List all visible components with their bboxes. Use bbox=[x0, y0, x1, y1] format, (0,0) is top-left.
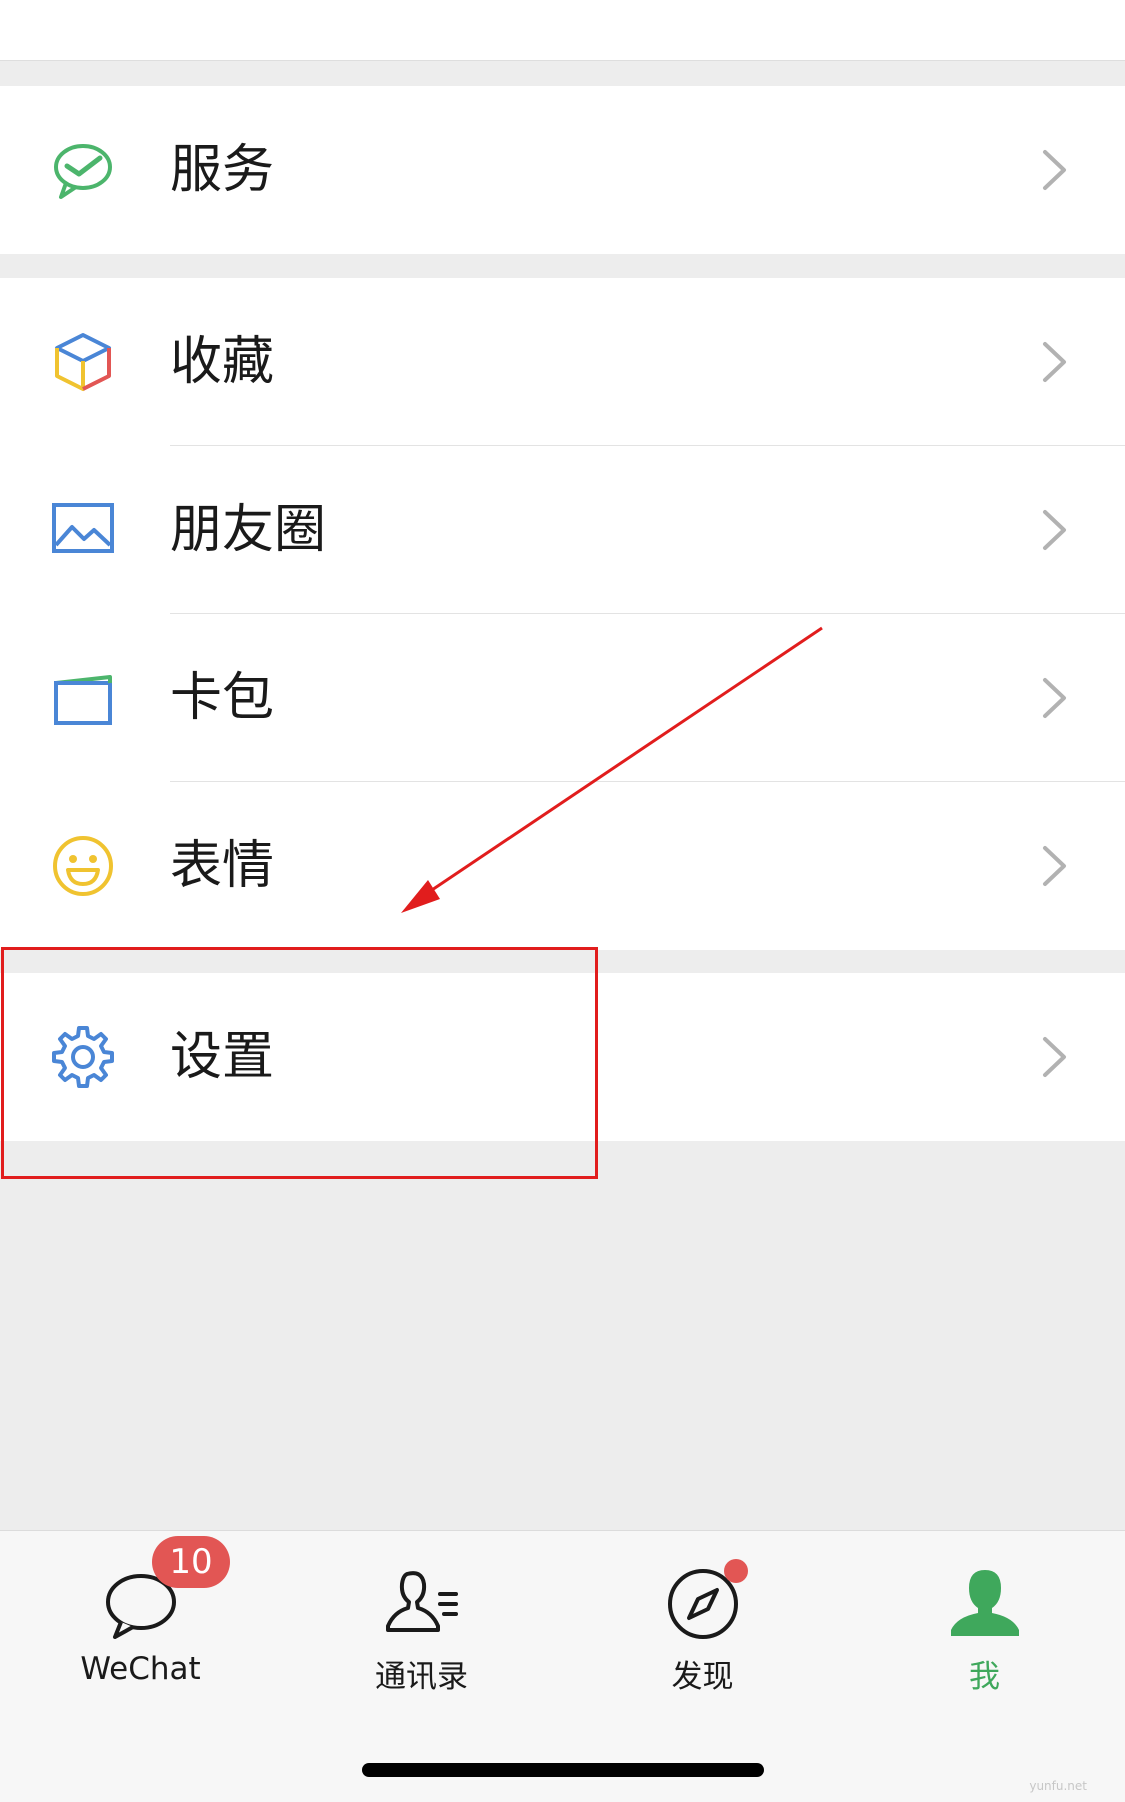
home-indicator bbox=[362, 1763, 764, 1777]
chevron-right-icon bbox=[1043, 1037, 1066, 1077]
wechat-pay-icon bbox=[54, 144, 112, 199]
chevron-right-icon bbox=[1043, 510, 1066, 550]
menu-label-moments: 朋友圈 bbox=[170, 500, 327, 560]
services-group: 服务 bbox=[0, 86, 1125, 254]
menu-item-services[interactable]: 服务 bbox=[0, 86, 1125, 254]
menu-label-cards: 卡包 bbox=[170, 668, 275, 728]
chevron-right-icon bbox=[1043, 150, 1066, 190]
favorites-cube-icon bbox=[55, 333, 111, 391]
person-icon bbox=[951, 1570, 1019, 1636]
menu-item-cards[interactable]: 卡包 bbox=[0, 614, 1125, 782]
contacts-icon bbox=[386, 1571, 458, 1632]
notification-dot bbox=[724, 1559, 748, 1583]
tab-label-discover: 发现 bbox=[671, 1659, 734, 1695]
chevron-right-icon bbox=[1043, 846, 1066, 886]
menu-item-stickers[interactable]: 表情 bbox=[0, 782, 1125, 950]
tab-discover[interactable]: 发现 bbox=[562, 1531, 843, 1711]
chevron-right-icon bbox=[1043, 342, 1066, 382]
menu-label-services: 服务 bbox=[170, 140, 275, 200]
card-wallet-icon bbox=[54, 675, 112, 725]
features-group: 收藏 朋友圈 卡包 表情 bbox=[0, 278, 1125, 950]
smiley-icon bbox=[53, 836, 113, 896]
tab-wechat[interactable]: 10 WeChat bbox=[0, 1531, 281, 1711]
tab-contacts[interactable]: 通讯录 bbox=[281, 1531, 562, 1711]
tab-label-me: 我 bbox=[969, 1659, 1000, 1695]
watermark: yunfu.net bbox=[1029, 1779, 1087, 1793]
menu-label-stickers: 表情 bbox=[170, 836, 275, 896]
tab-label-contacts: 通讯录 bbox=[375, 1659, 468, 1695]
tab-me[interactable]: 我 bbox=[844, 1531, 1125, 1711]
profile-header-bottom bbox=[0, 0, 1125, 61]
chevron-right-icon bbox=[1043, 678, 1066, 718]
unread-badge: 10 bbox=[152, 1536, 230, 1588]
bottom-tab-bar: 10 WeChat 通讯录 发现 我 bbox=[0, 1530, 1125, 1802]
menu-item-moments[interactable]: 朋友圈 bbox=[0, 446, 1125, 614]
menu-item-favorites[interactable]: 收藏 bbox=[0, 278, 1125, 446]
tab-label-wechat: WeChat bbox=[80, 1651, 201, 1687]
annotation-highlight-box bbox=[1, 947, 598, 1179]
menu-label-favorites: 收藏 bbox=[170, 332, 275, 392]
photo-album-icon bbox=[52, 503, 114, 553]
